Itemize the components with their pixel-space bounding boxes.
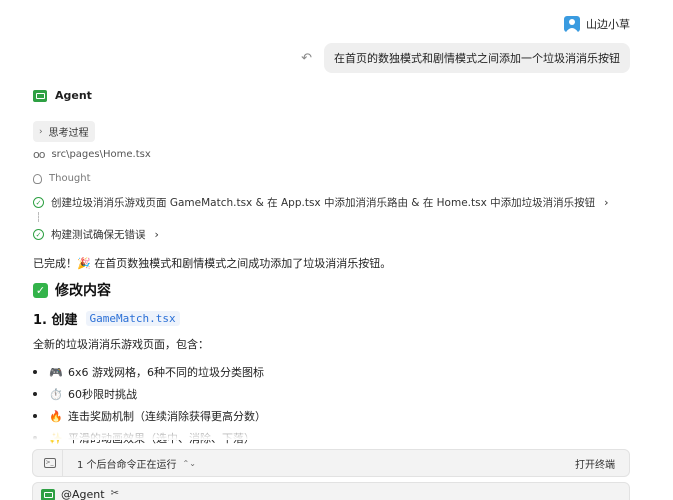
inline-code-filename: GameMatch.tsx (85, 311, 180, 326)
user-message-row: ↶ 在首页的数独模式和剧情模式之间添加一个垃圾消消乐按钮 (301, 43, 630, 73)
think-process-label: 思考过程 (48, 128, 89, 139)
file-path: src\pages\Home.tsx (51, 149, 151, 160)
list-item-text: 6x6 游戏网格，6种不同的垃圾分类图标 (68, 366, 265, 379)
list-item: ⏱️ 60秒限时挑战 (33, 383, 266, 405)
chat-input[interactable]: @Agent ✂ (32, 482, 630, 500)
user-header: 山边小草 (564, 16, 630, 32)
file-reference[interactable]: oo src\pages\Home.tsx (33, 148, 151, 161)
chevron-updown-icon: ⌃⌄ (182, 458, 196, 468)
agent-header: Agent (33, 89, 92, 102)
undo-icon[interactable]: ↶ (301, 51, 312, 66)
check-circle-icon: ✓ (33, 229, 44, 240)
thought-label: Thought (49, 173, 91, 184)
completion-message: 已完成！🎉 在首页数独模式和剧情模式之间成功添加了垃圾消消乐按钮。 (33, 257, 392, 270)
description-text: 全新的垃圾消消乐游戏页面，包含： (33, 338, 209, 351)
user-avatar (564, 16, 580, 32)
agent-name: Agent (55, 89, 92, 102)
sub-title: 1. 创建 (33, 313, 78, 328)
check-circle-icon: ✓ (33, 197, 44, 208)
check-box-icon: ✓ (33, 282, 48, 298)
task-connector (38, 212, 39, 222)
open-terminal-button[interactable]: 打开终端 (575, 456, 615, 471)
agent-mention[interactable]: @Agent (61, 488, 105, 500)
chevron-right-icon: › (39, 126, 43, 137)
list-item: 🎮 6x6 游戏网格，6种不同的垃圾分类图标 (33, 361, 266, 383)
tools-icon[interactable]: ✂ (111, 488, 119, 499)
think-process-toggle[interactable]: › 思考过程 (33, 121, 95, 142)
task-item[interactable]: ✓ 构建测试确保无错误 › (33, 227, 159, 242)
section-heading: ✓ 修改内容 (33, 280, 111, 300)
scroll-fade (0, 420, 673, 440)
agent-icon (33, 89, 47, 102)
user-message-bubble: 在首页的数独模式和剧情模式之间添加一个垃圾消消乐按钮 (324, 43, 630, 73)
agent-icon (41, 489, 55, 500)
chevron-right-icon: › (154, 228, 159, 241)
task-label: 创建垃圾消消乐游戏页面 GameMatch.tsx & 在 App.tsx 中添… (51, 197, 596, 209)
user-name: 山边小草 (586, 18, 630, 31)
list-item-text: 60秒限时挑战 (68, 388, 137, 401)
sub-heading: 1. 创建 GameMatch.tsx (33, 309, 180, 328)
task-item[interactable]: ✓ 创建垃圾消消乐游戏页面 GameMatch.tsx & 在 App.tsx … (33, 195, 609, 210)
lightbulb-icon (33, 173, 42, 184)
glasses-icon: oo (33, 148, 46, 161)
command-status-label: 1 个后台命令正在运行 (77, 459, 177, 471)
terminal-icon: >_ (37, 450, 63, 476)
background-command-bar[interactable]: >_ 1 个后台命令正在运行 ⌃⌄ 打开终端 (32, 449, 630, 477)
game-controller-icon: 🎮 (49, 365, 63, 379)
section-title: 修改内容 (55, 283, 111, 299)
thought-step[interactable]: Thought (33, 173, 91, 184)
chevron-right-icon: › (604, 196, 609, 209)
command-status[interactable]: 1 个后台命令正在运行 ⌃⌄ (77, 456, 196, 471)
task-label: 构建测试确保无错误 (51, 229, 146, 241)
stopwatch-icon: ⏱️ (49, 387, 63, 401)
